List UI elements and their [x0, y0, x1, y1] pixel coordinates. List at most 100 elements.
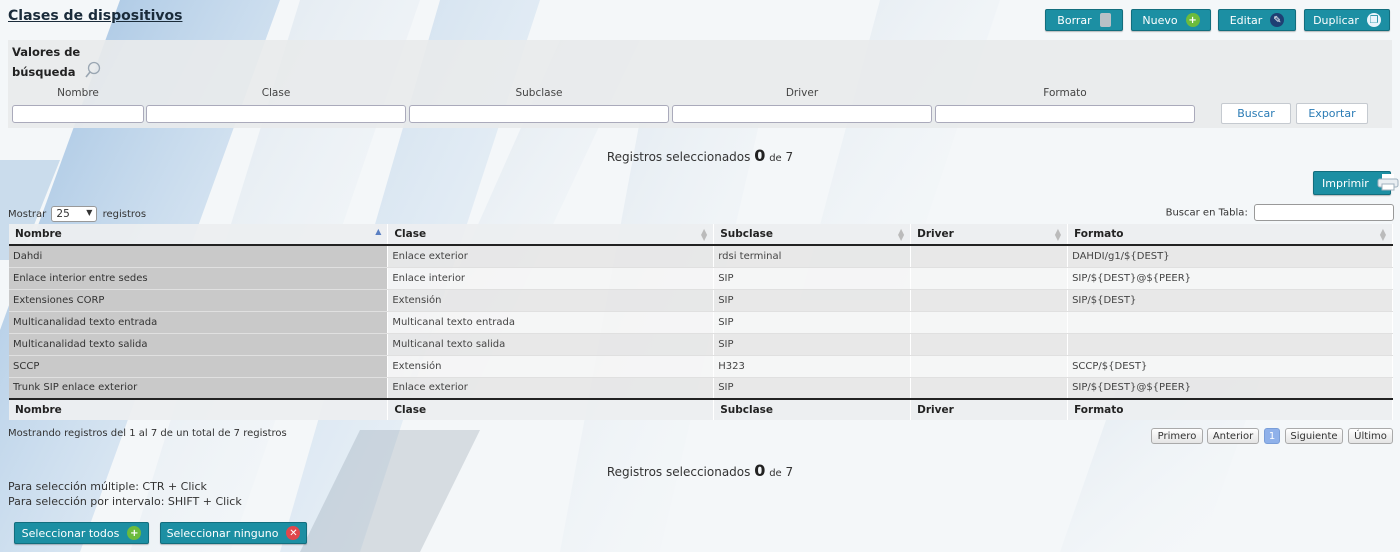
device-classes-table: Nombre ▲ Clase ▲ ▼ Subclase ▲ ▼ Driver ▲ ▼ Form… — [9, 224, 1393, 420]
selection-count: 0 — [754, 461, 766, 480]
cell-driver — [910, 267, 1069, 290]
cell-driver — [910, 377, 1069, 400]
selection-of: de — [769, 153, 782, 164]
table-search-control: Buscar en Tabla: — [1166, 204, 1394, 221]
table-row[interactable]: Multicanalidad texto salida Multicanal t… — [9, 333, 1393, 356]
col-header-driver[interactable]: Driver ▲ ▼ — [910, 224, 1069, 246]
selection-hints: Para selección múltiple: CTR + Click Par… — [8, 479, 242, 509]
cell-subclase: rdsi terminal — [713, 245, 912, 268]
table-row[interactable]: Dahdi Enlace exterior rdsi terminal DAHD… — [9, 245, 1393, 268]
page-title: Clases de dispositivos — [8, 8, 183, 24]
table-row[interactable]: SCCP Extensión H323 SCCP/${DEST} — [9, 355, 1393, 378]
cell-clase: Enlace interior — [387, 267, 715, 290]
filter-label-formato: Formato — [1043, 87, 1087, 99]
select-all-button[interactable]: Seleccionar todos + — [14, 522, 149, 544]
table-row[interactable]: Extensiones CORP Extensión SIP SIP/${DES… — [9, 289, 1393, 312]
table-footer-row: Nombre Clase Subclase Driver Formato — [9, 398, 1393, 420]
cell-driver — [910, 245, 1069, 268]
duplicate-button[interactable]: Duplicar ❐ — [1304, 9, 1390, 31]
search-title-line1: Valores de — [12, 45, 81, 59]
filter-formato-input[interactable] — [935, 105, 1195, 123]
filter-subclase-input[interactable] — [409, 105, 669, 123]
search-title-line2: búsqueda — [12, 65, 76, 79]
col-header-nombre[interactable]: Nombre ▲ — [9, 224, 389, 246]
cell-nombre: Enlace interior entre sedes — [9, 267, 389, 290]
table-search-input[interactable] — [1254, 204, 1394, 221]
cell-clase: Multicanal texto entrada — [387, 311, 715, 334]
plus-icon: + — [127, 526, 142, 540]
col-header-formato[interactable]: Formato ▲ ▼ — [1067, 224, 1393, 246]
cell-nombre: Dahdi — [9, 245, 389, 268]
cell-driver — [910, 289, 1069, 312]
filter-driver-input[interactable] — [672, 105, 932, 123]
cell-formato: SIP/${DEST} — [1067, 289, 1393, 312]
new-button[interactable]: Nuevo + — [1131, 9, 1211, 31]
filter-clase-input[interactable] — [146, 105, 406, 123]
table-row[interactable]: Multicanalidad texto entrada Multicanal … — [9, 311, 1393, 334]
foot-header-nombre: Nombre — [9, 398, 389, 420]
col-header-clase[interactable]: Clase ▲ ▼ — [387, 224, 715, 246]
selection-count-bottom: Registros seleccionados 0 de 7 — [0, 461, 1400, 480]
cell-clase: Multicanal texto salida — [387, 333, 715, 356]
delete-button[interactable]: Borrar — [1045, 9, 1123, 31]
filter-label-subclase: Subclase — [515, 87, 563, 99]
table-row[interactable]: Trunk SIP enlace exterior Enlace exterio… — [9, 377, 1393, 400]
pencil-icon: ✎ — [1270, 13, 1285, 27]
cell-nombre: Extensiones CORP — [9, 289, 389, 312]
cell-formato: SCCP/${DEST} — [1067, 355, 1393, 378]
edit-button-label: Editar — [1229, 13, 1263, 27]
magnifier-icon — [84, 61, 102, 84]
selection-prefix: Registros seleccionados — [606, 465, 751, 479]
select-none-button[interactable]: Seleccionar ninguno ✕ — [160, 522, 307, 544]
cell-subclase: SIP — [713, 311, 912, 334]
export-button[interactable]: Exportar — [1296, 103, 1368, 124]
cell-driver — [910, 333, 1069, 356]
page-length-select[interactable]: 25 ▼ — [51, 206, 98, 222]
table-row[interactable]: Enlace interior entre sedes Enlace inter… — [9, 267, 1393, 290]
pager-previous-button[interactable]: Anterior — [1207, 428, 1259, 444]
copy-icon: ❐ — [1366, 13, 1381, 27]
close-icon: ✕ — [286, 526, 301, 540]
search-button[interactable]: Buscar — [1221, 103, 1291, 124]
selection-total: 7 — [785, 150, 794, 164]
cell-subclase: SIP — [713, 267, 912, 290]
cell-nombre: Multicanalidad texto salida — [9, 333, 389, 356]
cell-clase: Enlace exterior — [387, 377, 715, 400]
selection-count-top: Registros seleccionados 0 de 7 — [0, 146, 1400, 165]
sort-icon: ▲ ▼ — [1054, 227, 1062, 242]
sort-icon: ▲ ▼ — [897, 227, 905, 242]
foot-header-subclase: Subclase — [713, 398, 912, 420]
new-button-label: Nuevo — [1142, 13, 1178, 27]
filter-nombre-input[interactable] — [12, 105, 144, 123]
chevron-down-icon: ▼ — [86, 208, 93, 217]
cell-nombre: SCCP — [9, 355, 389, 378]
pager-last-button[interactable]: Último — [1348, 428, 1393, 444]
plus-icon: + — [1185, 13, 1200, 27]
delete-button-label: Borrar — [1057, 13, 1092, 27]
page-length-control: Mostrar 25 ▼ registros — [8, 206, 146, 222]
cell-driver — [910, 311, 1069, 334]
edit-button[interactable]: Editar ✎ — [1218, 9, 1296, 31]
col-header-subclase[interactable]: Subclase ▲ ▼ — [713, 224, 912, 246]
hint-multi-select: Para selección múltiple: CTR + Click — [8, 480, 207, 493]
print-button[interactable]: Imprimir — [1313, 171, 1399, 195]
records-label: registros — [102, 209, 147, 220]
sort-icon: ▲ ▼ — [1379, 227, 1386, 242]
cell-nombre: Trunk SIP enlace exterior — [9, 377, 389, 400]
print-button-label: Imprimir — [1322, 176, 1369, 190]
hint-range-select: Para selección por intervalo: SHIFT + Cl… — [8, 495, 242, 508]
cell-clase: Extensión — [387, 355, 715, 378]
foot-header-clase: Clase — [387, 398, 715, 420]
cell-clase: Enlace exterior — [387, 245, 715, 268]
foot-header-driver: Driver — [910, 398, 1069, 420]
foot-header-formato: Formato — [1067, 398, 1393, 420]
pager-page-1-button[interactable]: 1 — [1264, 428, 1280, 444]
pager-first-button[interactable]: Primero — [1151, 428, 1203, 444]
sort-asc-icon: ▲ — [375, 227, 382, 236]
select-none-label: Seleccionar ninguno — [166, 526, 279, 540]
selection-prefix: Registros seleccionados — [606, 150, 751, 164]
search-panel: Valores de búsqueda Nombre Clase Subclas… — [8, 40, 1392, 128]
selection-count: 0 — [754, 146, 766, 165]
pager-next-button[interactable]: Siguiente — [1285, 428, 1343, 444]
table-search-label: Buscar en Tabla: — [1165, 207, 1248, 219]
